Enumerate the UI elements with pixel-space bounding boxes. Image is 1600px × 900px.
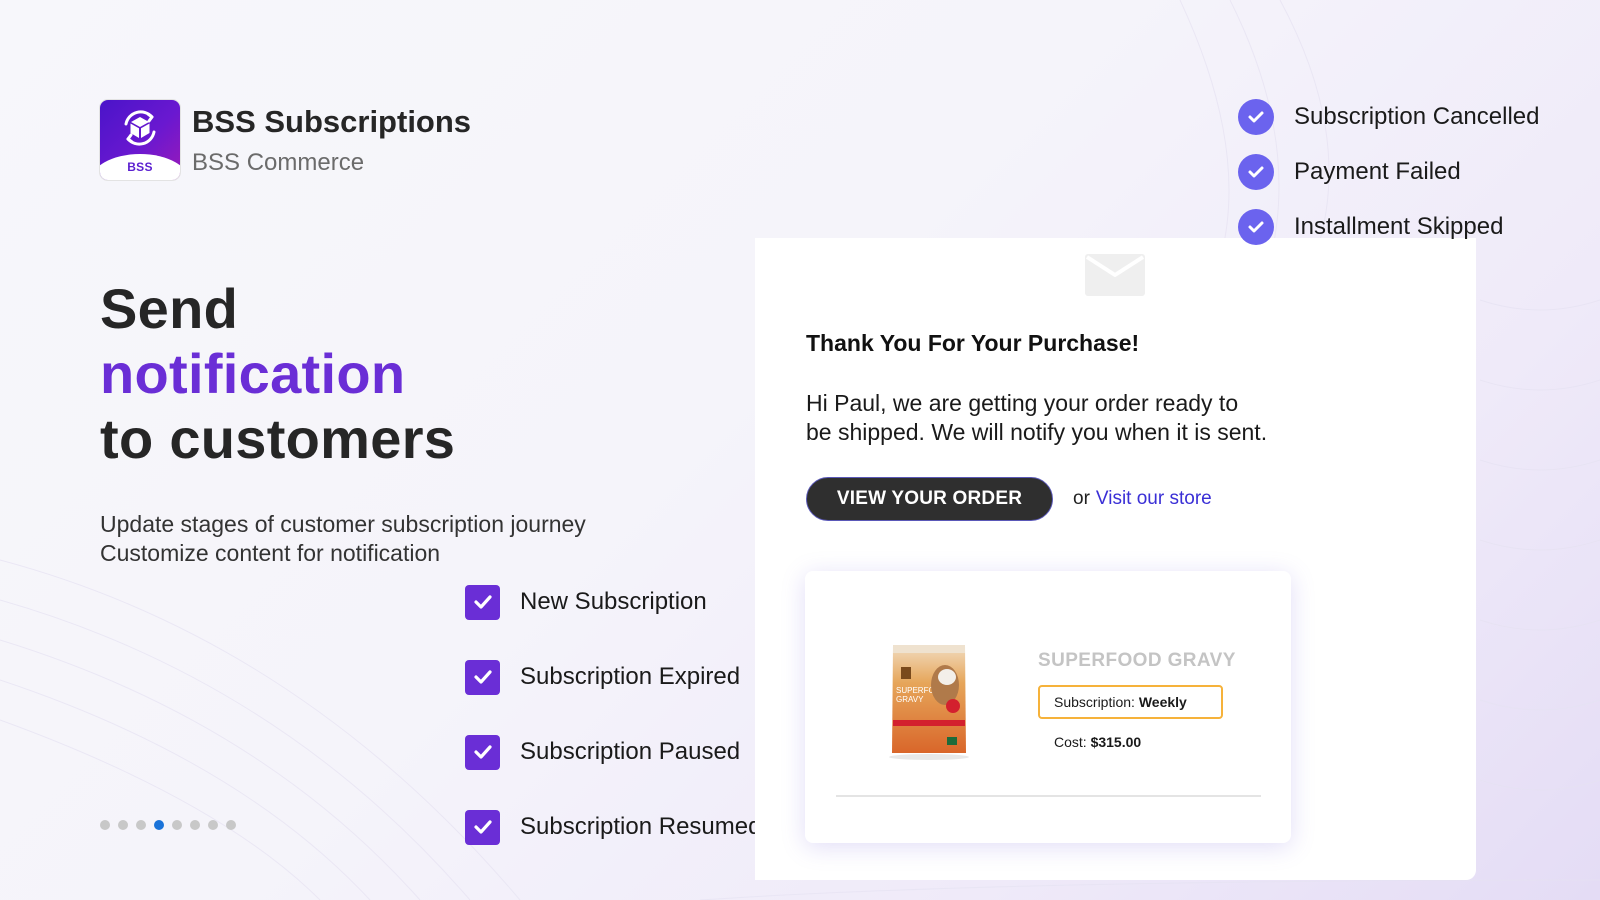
subtitle: Update stages of customer subscription j… (100, 510, 586, 568)
product-title: SUPERFOOD GRAVY (1038, 650, 1236, 671)
pager-dot[interactable] (118, 820, 128, 830)
or-text: or (1073, 488, 1090, 509)
checkbox-checked-icon[interactable] (465, 734, 500, 770)
email-body-line-2: be shipped. We will notify you when it i… (806, 419, 1268, 445)
subscription-label: Subscription: (1054, 694, 1135, 710)
app-vendor: BSS Commerce (192, 149, 365, 176)
status-item: Installment Skipped (1238, 209, 1539, 245)
status-item: Subscription Cancelled (1238, 99, 1539, 135)
box-refresh-icon (124, 110, 156, 146)
pager-dot-active[interactable] (154, 820, 164, 830)
logo-text: BSS (127, 160, 153, 174)
status-label: Subscription Cancelled (1294, 103, 1540, 130)
visit-store-link[interactable]: Visit our store (1096, 488, 1212, 510)
email-heading: Thank You For Your Purchase! (806, 330, 1140, 356)
cta-row: VIEW YOUR ORDER or Visit our store (806, 477, 1212, 521)
checklist-label: New Subscription (520, 588, 707, 615)
checklist-label: Subscription Resumed (520, 813, 762, 840)
checklist-item[interactable]: Subscription Paused (465, 734, 761, 770)
hero-line-1: Send (100, 277, 239, 340)
email-preview: Thank You For Your Purchase! Hi Paul, we… (755, 238, 1476, 880)
product-card: SUPERFOOD GRAVY SUPERFOOD GRAVY Subscrip… (805, 571, 1291, 843)
app-header: BSS BSS Subscriptions BSS Commerce (100, 100, 471, 180)
checklist-label: Subscription Paused (520, 738, 741, 765)
checkbox-checked-icon[interactable] (465, 584, 500, 620)
subscription-badge: Subscription: Weekly (1038, 685, 1223, 719)
app-logo: BSS (100, 100, 180, 180)
checklist-item[interactable]: Subscription Resumed (465, 809, 761, 845)
check-circle-icon (1238, 209, 1274, 245)
pager-dot[interactable] (208, 820, 218, 830)
notification-checklist: New Subscription Subscription Expired Su… (465, 584, 761, 884)
checklist-item[interactable]: New Subscription (465, 584, 761, 620)
svg-text:GRAVY: GRAVY (896, 695, 924, 704)
check-circle-icon (1238, 99, 1274, 135)
pager-dot[interactable] (172, 820, 182, 830)
card-divider (836, 795, 1261, 797)
envelope-icon (1085, 254, 1145, 296)
status-item: Payment Failed (1238, 154, 1539, 190)
status-label: Installment Skipped (1294, 213, 1504, 240)
pager-dot[interactable] (136, 820, 146, 830)
app-name: BSS Subscriptions (192, 104, 472, 139)
hero-headline: Send notification to customers (100, 276, 455, 471)
status-label: Payment Failed (1294, 158, 1461, 185)
email-body: Hi Paul, we are getting your order ready… (806, 389, 1366, 447)
pager-dot[interactable] (226, 820, 236, 830)
view-order-button[interactable]: VIEW YOUR ORDER (806, 477, 1053, 521)
status-list: Subscription Cancelled Payment Failed In… (1238, 99, 1539, 264)
subscription-value: Weekly (1138, 694, 1187, 710)
checklist-label: Subscription Expired (520, 663, 741, 690)
cost-label: Cost: (1054, 734, 1087, 750)
pager-dot[interactable] (100, 820, 110, 830)
carousel-pager (100, 820, 236, 830)
hero-line-3: to customers (100, 407, 456, 470)
checklist-item[interactable]: Subscription Expired (465, 659, 761, 695)
check-circle-icon (1238, 154, 1274, 190)
subtitle-line-1: Update stages of customer subscription j… (100, 511, 586, 537)
subtitle-line-2: Customize content for notification (100, 540, 441, 566)
hero-line-2: notification (100, 342, 406, 405)
checkbox-checked-icon[interactable] (465, 659, 500, 695)
email-body-line-1: Hi Paul, we are getting your order ready… (806, 390, 1239, 416)
product-cost: Cost: $315.00 (1054, 734, 1141, 750)
checkbox-checked-icon[interactable] (465, 809, 500, 845)
product-image: SUPERFOOD GRAVY (889, 645, 969, 760)
pager-dot[interactable] (190, 820, 200, 830)
cost-value: $315.00 (1090, 734, 1142, 750)
